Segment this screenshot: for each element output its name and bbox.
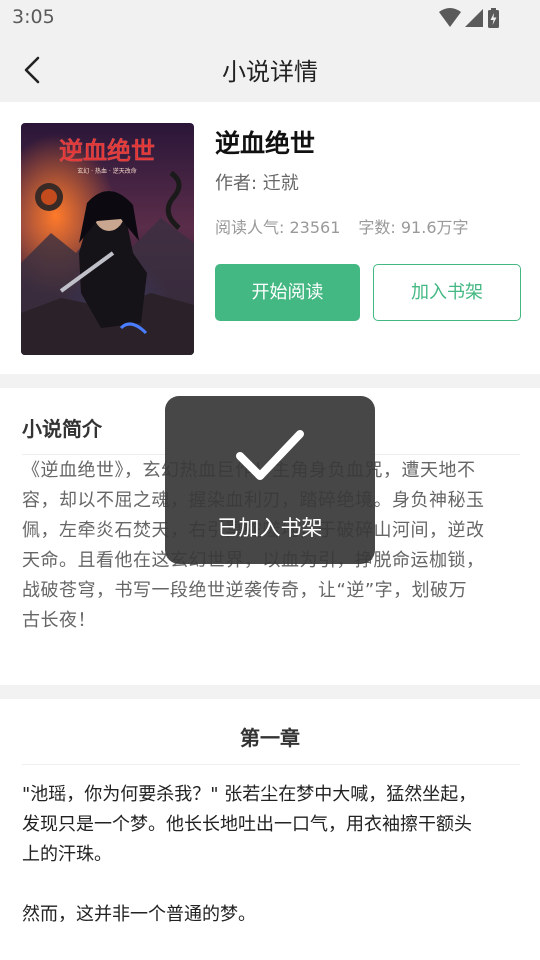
status-time: 3:05 bbox=[12, 6, 55, 28]
start-reading-button[interactable]: 开始阅读 bbox=[215, 264, 360, 321]
book-header: 逆血绝世 玄幻 · 热血 · 逆天改命 逆血绝世 作者: 迁就 阅读人气: 23… bbox=[0, 102, 540, 374]
signal-icon bbox=[465, 9, 483, 27]
book-author: 作者: 迁就 bbox=[215, 173, 299, 194]
app-bar: 小说详情 bbox=[0, 36, 540, 102]
chapter-text: "池瑶，你为何要杀我？" 张若尘在梦中大喊，猛然坐起， 发现只是一个梦。他长长地… bbox=[22, 780, 522, 930]
cover-subtitle: 玄幻 · 热血 · 逆天改命 bbox=[77, 167, 136, 175]
chapter-line bbox=[22, 870, 522, 900]
section-divider bbox=[0, 685, 540, 699]
page-title: 小说详情 bbox=[222, 58, 318, 86]
checkmark-icon bbox=[236, 430, 304, 480]
chapter-line: 发现只是一个梦。他长长地吐出一口气，用衣袖擦干额头 bbox=[22, 814, 472, 835]
book-title: 逆血绝世 bbox=[215, 129, 316, 158]
intro-heading: 小说简介 bbox=[22, 417, 102, 441]
add-to-shelf-button[interactable]: 加入书架 bbox=[373, 264, 521, 321]
status-icons bbox=[439, 8, 499, 28]
word-count-stat: 字数: 91.6万字 bbox=[358, 218, 469, 237]
cover-art: 逆血绝世 玄幻 · 热血 · 逆天改命 bbox=[21, 123, 194, 355]
wifi-icon bbox=[439, 8, 461, 27]
chapter-line: 然而，这并非一个普通的梦。 bbox=[22, 904, 256, 925]
toast-text: 已加入书架 bbox=[217, 516, 323, 540]
intro-line: 战破苍穹，书写一段绝世逆袭传奇，让“逆”字，划破万 bbox=[22, 580, 468, 601]
toast-added-to-shelf: 已加入书架 bbox=[165, 396, 375, 564]
chapter-preview[interactable]: 第一章 "池瑶，你为何要杀我？" 张若尘在梦中大喊，猛然坐起， 发现只是一个梦。… bbox=[0, 700, 540, 960]
status-bar: 3:05 bbox=[0, 0, 540, 36]
section-divider bbox=[0, 374, 540, 388]
book-cover[interactable]: 逆血绝世 玄幻 · 热血 · 逆天改命 bbox=[21, 123, 194, 355]
chapter-divider bbox=[22, 764, 520, 765]
chapter-line: 上的汗珠。 bbox=[22, 844, 112, 865]
popularity-stat: 阅读人气: 23561 bbox=[215, 218, 341, 237]
cover-title: 逆血绝世 bbox=[59, 136, 155, 165]
chapter-heading: 第一章 bbox=[240, 726, 300, 750]
intro-line: 古长夜！ bbox=[22, 610, 96, 631]
book-stats: 阅读人气: 23561 字数: 91.6万字 bbox=[215, 214, 469, 238]
chapter-line: "池瑶，你为何要杀我？" 张若尘在梦中大喊，猛然坐起， bbox=[22, 784, 477, 805]
battery-icon bbox=[488, 8, 499, 28]
